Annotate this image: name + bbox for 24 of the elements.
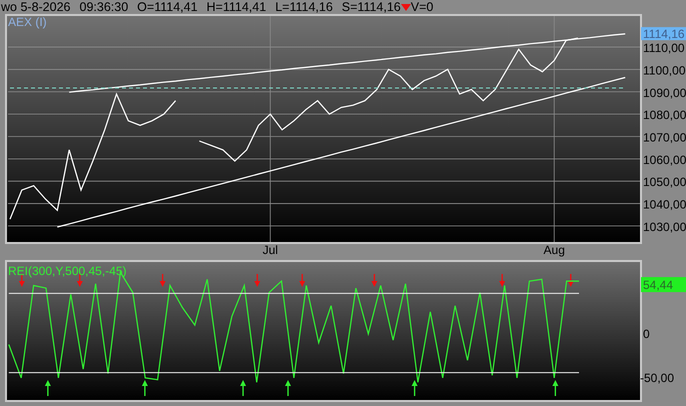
open-price: O=1114,41 (137, 0, 198, 14)
low-price: L=1114,16 (275, 0, 333, 14)
axis-label: 1070,00 (643, 130, 686, 144)
axis-label: 1040,00 (643, 198, 686, 212)
axis-label: 1110,00 (643, 41, 685, 56)
close-price: S=1114,16 (342, 0, 401, 14)
axis-label: Aug (544, 243, 565, 257)
last-value-label: 54,44 (641, 277, 686, 292)
axis-label: 1090,00 (643, 86, 686, 100)
axis-label: 1100,00 (643, 63, 686, 78)
axis-label: Jul (262, 243, 278, 257)
axis-label: 1080,00 (643, 108, 686, 122)
axis-label: 0 (643, 327, 650, 342)
axis-label: 1030,00 (643, 220, 686, 234)
axis-label: 1060,00 (643, 152, 686, 167)
last-price-label: 1114,16 (641, 27, 686, 42)
axis-label: 1050,00 (643, 175, 686, 190)
volume-text: V=0 (410, 0, 434, 14)
date-text: wo 5-8-2026 (1, 0, 70, 14)
chart-title: AEX (I) (8, 15, 47, 29)
indicator-title: REI(300,Y,500,45,-45) (8, 264, 127, 278)
time-text: 09:36:30 (80, 0, 128, 14)
high-price: H=1114,41 (206, 0, 266, 14)
axis-label: -50,00 (640, 371, 674, 386)
